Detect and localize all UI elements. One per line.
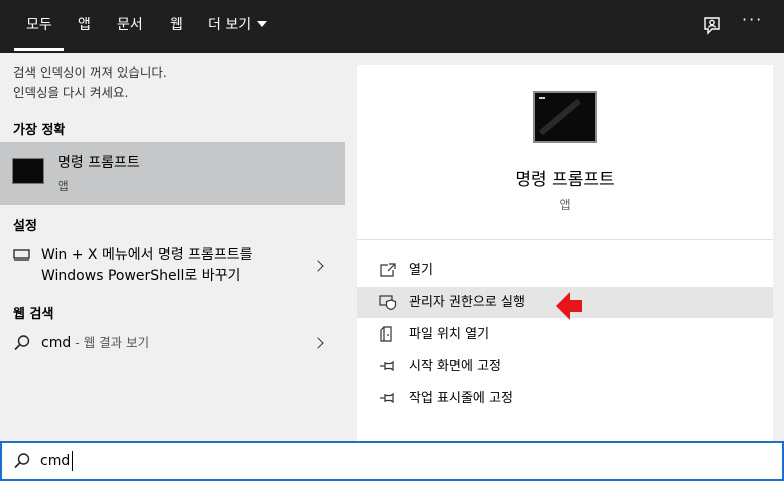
chevron-down-icon: [257, 21, 268, 27]
best-match-heading: 가장 정확: [13, 123, 66, 138]
web-search-item[interactable]: cmd - 웹 결과 보기: [0, 331, 345, 359]
settings-item-line-1: Win + X 메뉴에서 명령 프롬프트를: [41, 247, 253, 263]
tab-apps[interactable]: 앱: [78, 0, 91, 53]
settings-item[interactable]: Win + X 메뉴에서 명령 프롬프트를 Windows PowerShell…: [0, 243, 345, 289]
best-match-item[interactable]: 명령 프롬프트 앱: [0, 142, 345, 205]
search-box: [0, 441, 784, 481]
search-icon: [14, 335, 30, 351]
action-open-file-location-label: 파일 위치 열기: [409, 327, 490, 342]
search-icon: [14, 453, 30, 469]
red-arrow-icon: [556, 292, 582, 320]
best-match-subtitle: 앱: [58, 179, 69, 193]
open-icon: [380, 263, 396, 277]
action-run-as-admin-label: 관리자 권한으로 실행: [409, 295, 525, 310]
best-match-title: 명령 프롬프트: [58, 155, 140, 171]
chevron-right-icon: [312, 337, 324, 349]
pin-icon: [380, 360, 394, 372]
web-search-heading: 웹 검색: [13, 307, 54, 322]
text-cursor: [72, 451, 73, 471]
action-open[interactable]: 열기: [357, 255, 773, 286]
notice-line-1: 검색 인덱싱이 꺼져 있습니다.: [13, 65, 167, 80]
action-open-file-location[interactable]: 파일 위치 열기: [357, 319, 773, 350]
more-icon[interactable]: ···: [742, 10, 763, 29]
search-input[interactable]: [40, 449, 740, 473]
indexing-notice[interactable]: 검색 인덱싱이 꺼져 있습니다. 인덱싱을 다시 켜세요.: [13, 63, 167, 103]
tab-documents[interactable]: 문서: [117, 0, 143, 53]
display-settings-icon: [13, 249, 30, 261]
web-search-suffix: - 웹 결과 보기: [71, 335, 150, 350]
tab-more-label: 더 보기: [208, 17, 252, 33]
action-open-label: 열기: [409, 263, 433, 278]
tab-more[interactable]: 더 보기: [208, 0, 268, 53]
feedback-icon[interactable]: [700, 14, 724, 38]
pin-icon: [380, 392, 394, 404]
cmd-window-icon: [539, 97, 581, 136]
tab-all[interactable]: 모두: [14, 0, 64, 53]
cmd-app-large-icon: [533, 91, 597, 143]
chevron-right-icon: [312, 260, 324, 272]
top-tab-bar: 모두 앱 문서 웹 더 보기 ···: [0, 0, 784, 53]
results-pane: 검색 인덱싱이 꺼져 있습니다. 인덱싱을 다시 켜세요. 가장 정확 명령 프…: [0, 53, 345, 441]
action-pin-to-start[interactable]: 시작 화면에 고정: [357, 351, 773, 382]
tab-web[interactable]: 웹: [170, 0, 183, 53]
action-pin-to-start-label: 시작 화면에 고정: [409, 359, 501, 374]
preview-subtitle: 앱: [559, 198, 571, 212]
settings-heading: 설정: [13, 219, 37, 234]
preview-title: 명령 프롬프트: [515, 170, 615, 190]
web-search-label: cmd - 웹 결과 보기: [41, 333, 149, 353]
settings-item-line-2: Windows PowerShell로 바꾸기: [41, 268, 241, 284]
action-pin-to-taskbar-label: 작업 표시줄에 고정: [409, 391, 513, 406]
preview-pane: 명령 프롬프트 앱 열기 관리자 권한으로 실행 파일 위치 열기 시작 화면에…: [357, 65, 773, 441]
web-search-query: cmd: [41, 335, 72, 351]
divider: [357, 239, 773, 240]
action-pin-to-taskbar[interactable]: 작업 표시줄에 고정: [357, 383, 773, 414]
file-location-icon: [380, 326, 392, 342]
notice-line-2: 인덱싱을 다시 켜세요.: [13, 85, 129, 100]
cmd-app-icon: [12, 158, 44, 184]
shield-icon: [379, 295, 397, 310]
